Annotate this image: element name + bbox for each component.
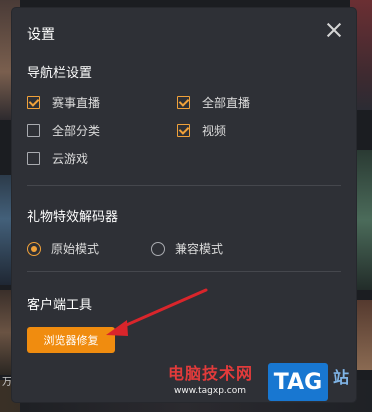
annotation-arrow-head [106, 320, 128, 336]
watermark: 电脑技术网 www.tagxp.com TAG 站 [168, 358, 368, 408]
watermark-site-name: 电脑技术网 [168, 364, 254, 383]
watermark-url: www.tagxp.com [174, 386, 246, 396]
annotation-arrow-line [120, 288, 208, 329]
watermark-tag-logo: TAG [268, 363, 328, 401]
watermark-suffix: 站 [333, 368, 350, 387]
annotation-arrow [106, 288, 208, 336]
